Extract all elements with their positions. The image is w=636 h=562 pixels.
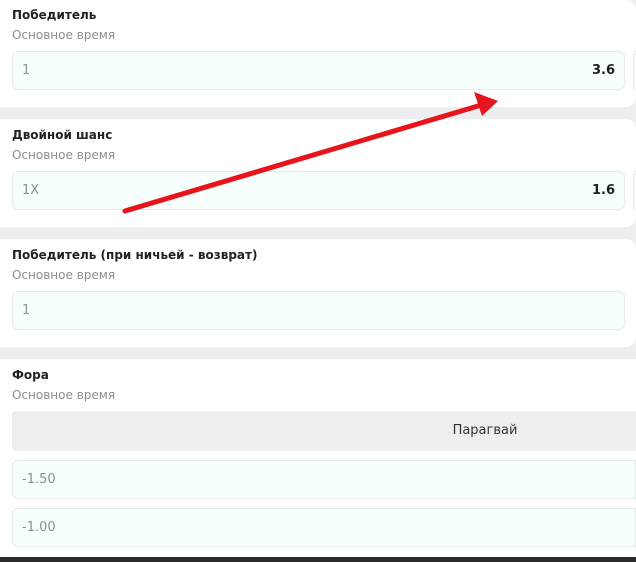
arrow-shaft (122, 103, 481, 214)
annotation-arrow (122, 92, 498, 214)
